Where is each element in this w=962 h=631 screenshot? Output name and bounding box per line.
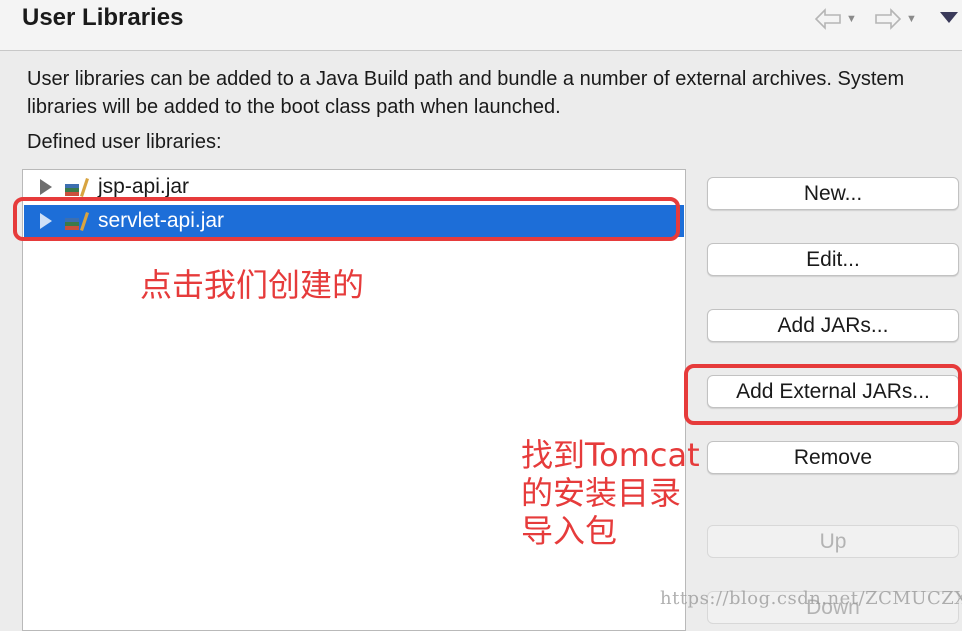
new-button[interactable]: New... — [707, 177, 959, 210]
annotation-import-hint-3: 导入包 — [521, 512, 618, 550]
up-button[interactable]: Up — [707, 525, 959, 558]
forward-nav[interactable]: ▼ — [874, 6, 917, 32]
dialog-header: User Libraries ▼ ▼ — [0, 0, 962, 51]
annotation-select-hint: 点击我们创建的 — [140, 266, 365, 304]
annotation-box-servlet — [13, 197, 680, 241]
back-arrow-icon[interactable] — [814, 8, 842, 30]
tree-item-label: jsp-api.jar — [98, 175, 190, 198]
defined-libraries-label: Defined user libraries: — [27, 131, 222, 153]
page-title: User Libraries — [22, 4, 184, 31]
annotation-box-add-external — [684, 364, 962, 425]
forward-arrow-icon[interactable] — [874, 8, 902, 30]
library-icon — [65, 178, 89, 197]
forward-dropdown-icon[interactable]: ▼ — [906, 13, 917, 25]
watermark: https://blog.csdn.net/ZCMUCZX — [660, 588, 962, 609]
view-menu-icon[interactable] — [940, 12, 958, 23]
expand-arrow-icon[interactable] — [40, 179, 52, 195]
remove-button[interactable]: Remove — [707, 441, 959, 474]
back-nav[interactable]: ▼ — [814, 6, 857, 32]
description-text: User libraries can be added to a Java Bu… — [27, 68, 905, 118]
edit-button[interactable]: Edit... — [707, 243, 959, 276]
add-jars-button[interactable]: Add JARs... — [707, 309, 959, 342]
back-dropdown-icon[interactable]: ▼ — [846, 13, 857, 25]
annotation-import-hint-2: 的安装目录 — [521, 474, 682, 512]
annotation-import-hint-1: 找到Tomcat — [521, 436, 700, 474]
